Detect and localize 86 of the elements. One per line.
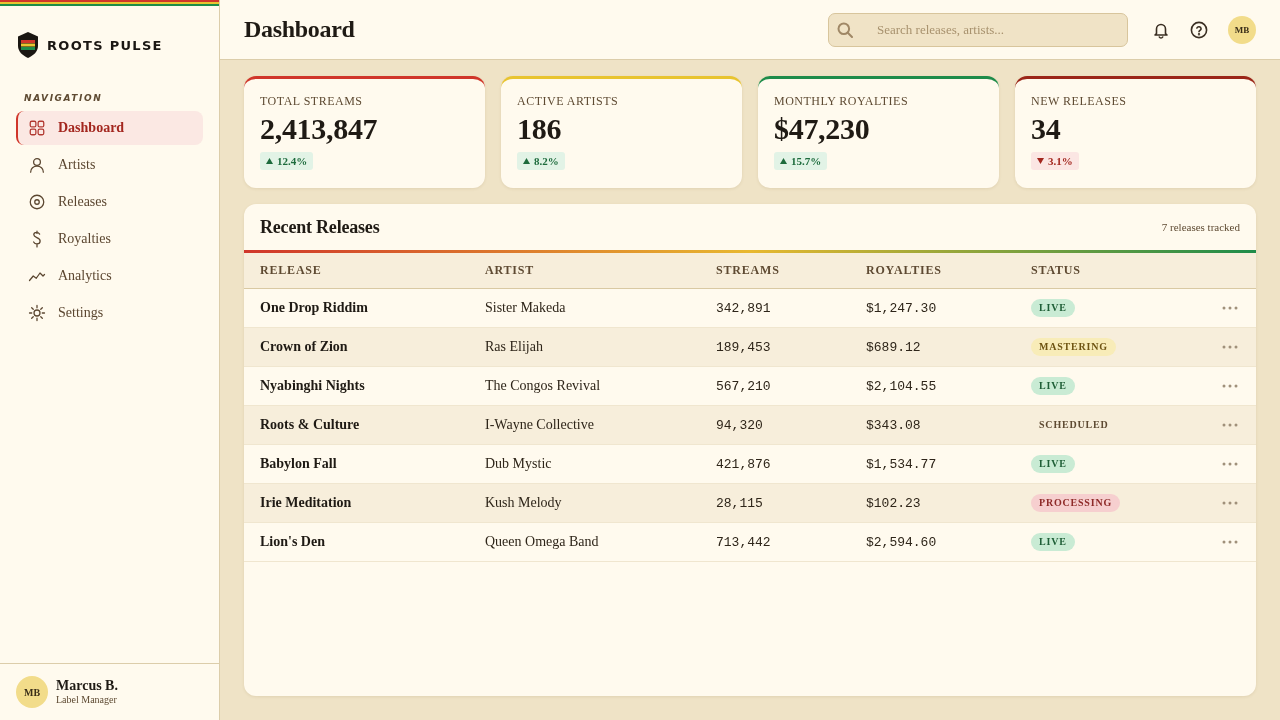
more-icon[interactable]	[1222, 306, 1238, 310]
triangle-up-icon	[266, 158, 273, 164]
release-title: Crown of Zion	[260, 339, 349, 355]
status-badge: LIVE	[1031, 455, 1075, 473]
stat-value: 34	[1031, 111, 1062, 147]
triangle-down-icon	[1037, 158, 1044, 164]
artist-name: Ras Elijah	[485, 339, 544, 355]
change-value: 12.4%	[277, 155, 308, 167]
column-header: ARTIST	[485, 263, 536, 278]
streams-count: 713,442	[716, 534, 772, 550]
panel-title: Recent Releases	[260, 216, 380, 238]
triangle-up-icon	[523, 158, 530, 164]
column-header: STREAMS	[716, 263, 781, 278]
status-badge: LIVE	[1031, 377, 1075, 395]
sun-icon	[28, 304, 46, 322]
nav-item[interactable]: Artists	[16, 148, 203, 182]
release-title: Irie Meditation	[260, 495, 353, 511]
disc-icon	[28, 193, 46, 211]
royalties-amount: $2,594.60	[866, 534, 938, 550]
streams-count: 421,876	[716, 456, 772, 472]
artist-name: The Congos Revival	[485, 378, 602, 394]
brand-name: ROOTS PULSE	[47, 37, 163, 53]
more-icon[interactable]	[1222, 462, 1238, 466]
more-icon[interactable]	[1222, 540, 1238, 544]
search-icon	[837, 21, 853, 38]
change-value: 8.2%	[534, 155, 559, 167]
royalties-amount: $2,104.55	[866, 378, 938, 394]
more-icon[interactable]	[1222, 384, 1238, 388]
nav-item[interactable]: Settings	[16, 296, 203, 330]
artist-name: Kush Melody	[485, 495, 563, 511]
nav-item[interactable]: Releases	[16, 185, 203, 219]
stat-value: 2,413,847	[260, 111, 379, 147]
more-icon[interactable]	[1222, 423, 1238, 427]
artist-name: Queen Omega Band	[485, 534, 600, 550]
status-badge: LIVE	[1031, 533, 1075, 551]
stat-label: TOTAL STREAMS	[260, 93, 364, 109]
search-field[interactable]: Search releases, artists...	[828, 12, 1128, 47]
release-title: Lion's Den	[260, 534, 326, 550]
artist-name: Dub Mystic	[485, 456, 553, 472]
artist-name: Sister Makeda	[485, 300, 567, 316]
status-badge: LIVE	[1031, 299, 1075, 317]
stat-label: NEW RELEASES	[1031, 93, 1128, 109]
artist-name: I-Wayne Collective	[485, 417, 595, 433]
status-text: SCHEDULED	[1039, 418, 1109, 432]
status-badge: PROCESSING	[1031, 494, 1120, 512]
streams-count: 342,891	[716, 300, 772, 316]
stat-value: $47,230	[774, 111, 871, 147]
royalties-amount: $343.08	[866, 417, 922, 433]
triangle-up-icon	[780, 158, 787, 164]
person-icon	[28, 156, 46, 174]
grid-icon	[28, 119, 46, 137]
nav-item[interactable]: Analytics	[16, 259, 203, 293]
more-icon[interactable]	[1222, 501, 1238, 505]
change-value: 3.1%	[1048, 155, 1073, 167]
stat-label: ACTIVE ARTISTS	[517, 93, 620, 109]
streams-count: 28,115	[716, 495, 764, 511]
nav-item[interactable]: Royalties	[16, 222, 203, 256]
column-header: ROYALTIES	[866, 263, 943, 278]
column-header: RELEASE	[260, 263, 323, 278]
streams-count: 189,453	[716, 339, 772, 355]
user-role: Label Manager	[56, 694, 118, 706]
royalties-amount: $102.23	[866, 495, 922, 511]
help-icon[interactable]	[1190, 20, 1208, 39]
status-badge: MASTERING	[1031, 338, 1116, 356]
release-title: Roots & Culture	[260, 417, 361, 433]
streams-count: 94,320	[716, 417, 764, 433]
stat-label: MONTHLY ROYALTIES	[774, 93, 910, 109]
user-avatar[interactable]: MB	[1228, 15, 1256, 44]
release-title: One Drop Riddim	[260, 300, 369, 316]
column-header: STATUS	[1031, 263, 1082, 278]
streams-count: 567,210	[716, 378, 772, 394]
section-heading: NAVIGATION	[24, 93, 103, 103]
more-icon[interactable]	[1222, 345, 1238, 349]
royalties-amount: $1,534.77	[866, 456, 938, 472]
royalties-amount: $1,247.30	[866, 300, 938, 316]
release-title: Nyabinghi Nights	[260, 378, 366, 394]
release-title: Babylon Fall	[260, 456, 338, 472]
user-avatar[interactable]: MB	[16, 676, 48, 708]
stat-value: 186	[517, 111, 563, 147]
user-name: Marcus B.	[56, 678, 118, 694]
shield-logo-icon	[17, 32, 39, 58]
release-count: 7 releases tracked	[1161, 221, 1240, 233]
nav-item[interactable]: Dashboard	[16, 111, 203, 145]
page-title: Dashboard	[244, 16, 356, 43]
royalties-amount: $689.12	[866, 339, 922, 355]
change-value: 15.7%	[791, 155, 822, 167]
